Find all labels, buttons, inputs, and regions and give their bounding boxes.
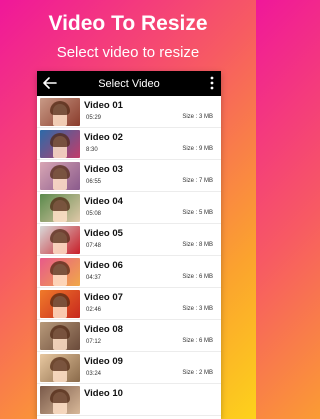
video-name: Video 06 [84,260,123,271]
video-list-item[interactable]: Video 07 02:46 Size : 3 MB [37,288,221,320]
thumbnail-figure-hair [50,389,70,403]
video-thumbnail [40,386,80,414]
video-name: Video 09 [84,356,123,367]
app-bar-title: Select Video [98,77,160,90]
video-thumbnail [40,322,80,350]
video-list-item[interactable]: Video 02 8:30 Size : 9 MB [37,128,221,160]
thumbnail-figure-hair [50,293,70,307]
video-thumbnail [40,258,80,286]
thumbnail-figure-hair [50,325,70,339]
video-list-item[interactable]: Video 05 07:48 Size : 8 MB [37,224,221,256]
thumbnail-figure-hair [50,165,70,179]
video-size: Size : 5 MB [182,210,213,216]
video-duration: 03:24 [86,371,102,377]
video-duration: 07:12 [86,339,102,345]
video-thumbnail [40,130,80,158]
video-name: Video 05 [84,228,123,239]
video-thumbnail [40,162,80,190]
video-name: Video 02 [84,132,123,143]
app-bar: Select Video [37,71,221,96]
video-size: Size : 3 MB [182,306,213,312]
video-duration: 8:30 [86,147,98,153]
video-name: Video 07 [84,292,123,303]
video-list-item[interactable]: Video 06 04:37 Size : 6 MB [37,256,221,288]
video-thumbnail [40,354,80,382]
video-duration: 05:08 [86,211,102,217]
video-size: Size : 6 MB [182,338,213,344]
video-thumbnail [40,194,80,222]
video-duration: 02:46 [86,307,102,313]
video-name: Video 10 [84,388,123,399]
video-name: Video 08 [84,324,123,335]
back-arrow-icon[interactable] [42,75,58,91]
video-thumbnail [40,226,80,254]
more-vert-icon[interactable] [208,75,216,91]
promo-subtitle: Select video to resize [56,44,200,61]
video-duration: 07:48 [86,243,102,249]
thumbnail-figure-hair [50,229,70,243]
thumbnail-figure-hair [50,101,70,115]
video-list-item[interactable]: Video 10 [37,384,221,416]
video-size: Size : 3 MB [182,114,213,120]
video-name: Video 03 [84,164,123,175]
video-size: Size : 2 MB [182,370,213,376]
video-list-item[interactable]: Video 09 03:24 Size : 2 MB [37,352,221,384]
video-list: Video 01 05:29 Size : 3 MB Video 02 8:30 Size… [37,96,221,416]
video-duration: 06:55 [86,179,102,185]
video-name: Video 01 [84,100,123,111]
phone-screen: Select Video Video 01 05:29 Size : 3 MB Vid… [37,71,221,419]
thumbnail-figure-hair [50,357,70,371]
video-name: Video 04 [84,196,123,207]
video-duration: 04:37 [86,275,102,281]
video-thumbnail [40,98,80,126]
video-list-item[interactable]: Video 01 05:29 Size : 3 MB [37,96,221,128]
video-duration: 05:29 [86,115,102,121]
thumbnail-figure-hair [50,197,70,211]
video-size: Size : 9 MB [182,146,213,152]
thumbnail-figure-hair [50,133,70,147]
promo-title: Video To Resize [48,12,208,35]
video-list-item[interactable]: Video 04 05:08 Size : 5 MB [37,192,221,224]
thumbnail-figure-hair [50,261,70,275]
video-size: Size : 8 MB [182,242,213,248]
video-size: Size : 7 MB [182,178,213,184]
video-size: Size : 6 MB [182,274,213,280]
video-list-item[interactable]: Video 08 07:12 Size : 6 MB [37,320,221,352]
video-list-item[interactable]: Video 03 06:55 Size : 7 MB [37,160,221,192]
video-thumbnail [40,290,80,318]
